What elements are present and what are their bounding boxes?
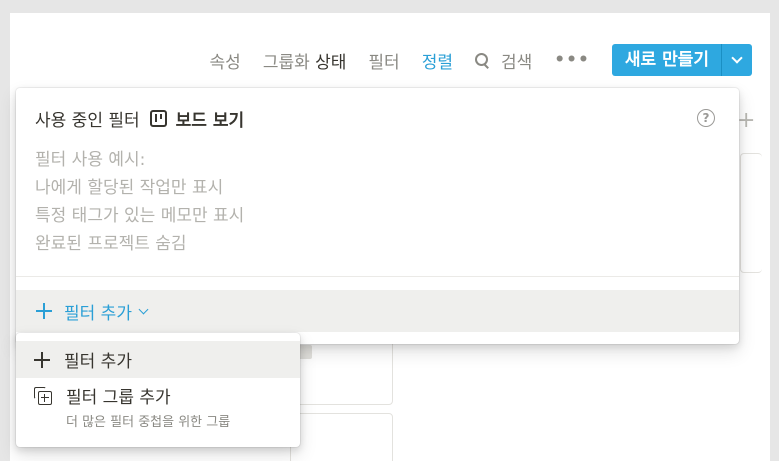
- plus-icon: [34, 351, 50, 368]
- add-filter-menu: 필터 추가 필터 그룹 추가 더 많은 필터 중첩을 위한 그룹: [16, 333, 300, 447]
- properties-button[interactable]: 속성: [210, 48, 241, 73]
- menu-item-label: 필터 추가: [64, 352, 132, 372]
- group-by-label: 그룹화: [262, 52, 310, 73]
- filter-hint: 필터 사용 예시: 나에게 할당된 작업만 표시 특정 태그가 있는 메모만 표…: [35, 146, 244, 258]
- new-button[interactable]: 새로 만들기: [612, 44, 722, 76]
- group-by-value: 상태: [315, 52, 347, 73]
- new-dropdown-button[interactable]: [722, 44, 752, 76]
- hint-line: 나에게 할당된 작업만 표시: [35, 178, 224, 198]
- menu-item-description: 더 많은 필터 중첩을 위한 그룹: [66, 415, 231, 430]
- active-filters-label: 사용 중인 필터: [35, 111, 140, 131]
- add-filter-button[interactable]: 필터 추가: [16, 290, 739, 332]
- copy-plus-icon: [34, 387, 52, 405]
- menu-item-add-filter[interactable]: 필터 추가: [16, 341, 300, 378]
- group-by-button[interactable]: 그룹화 상태: [263, 48, 347, 73]
- search-icon: [474, 53, 489, 67]
- menu-item-label: 필터 그룹 추가: [66, 388, 171, 408]
- add-filter-label: 필터 추가: [64, 303, 132, 324]
- add-column-icon[interactable]: +: [737, 108, 755, 133]
- chevron-down-icon: [731, 52, 743, 64]
- help-icon[interactable]: ?: [697, 109, 715, 127]
- new-button-group: 새로 만들기: [611, 44, 752, 76]
- more-options-icon[interactable]: •••: [554, 50, 590, 70]
- chevron-down-icon: [138, 304, 149, 314]
- hint-line: 필터 사용 예시:: [35, 150, 146, 170]
- popup-header: 사용 중인 필터 보드 보기: [35, 106, 244, 131]
- menu-item-add-filter-group[interactable]: 필터 그룹 추가 더 많은 필터 중첩을 위한 그룹: [16, 380, 300, 440]
- filter-button[interactable]: 필터: [368, 48, 399, 73]
- view-name: 보드 보기: [175, 111, 245, 131]
- filter-popup: 사용 중인 필터 보드 보기 ? 필터 사용 예시: 나에게 할당된 작업만 표…: [16, 88, 739, 344]
- hint-line: 특정 태그가 있는 메모만 표시: [35, 206, 245, 226]
- board-card[interactable]: [290, 413, 393, 461]
- view-toolbar: 속성 그룹화 상태 필터 정렬 검색 ••• 새로 만들기: [210, 44, 752, 76]
- board-card[interactable]: [740, 153, 762, 273]
- hint-line: 완료된 프로젝트 숨김: [35, 234, 187, 254]
- divider: [16, 276, 739, 277]
- search-button[interactable]: 검색: [474, 48, 533, 73]
- plus-icon: [36, 303, 52, 319]
- search-label: 검색: [500, 52, 533, 73]
- board-view-icon: [149, 110, 167, 127]
- sort-button[interactable]: 정렬: [422, 48, 453, 73]
